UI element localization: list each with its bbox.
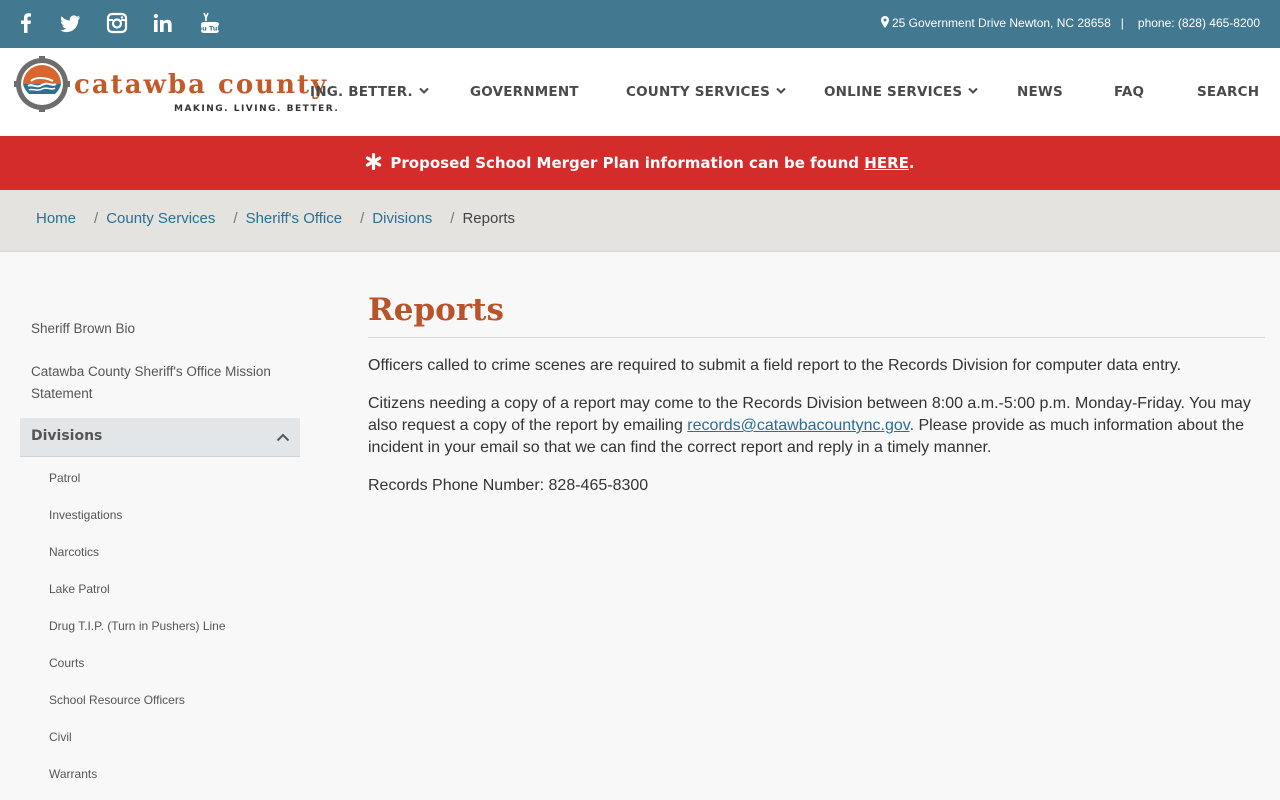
chevron-up-icon[interactable] xyxy=(276,432,290,442)
sidebar-subitem-school-resource-officers[interactable]: School Resource Officers xyxy=(49,693,185,707)
sidebar-item-divisions[interactable]: Divisions xyxy=(20,418,300,457)
sidebar-subitem-warrants[interactable]: Warrants xyxy=(49,767,97,781)
nav-online-services[interactable]: ONLINE SERVICES xyxy=(824,84,979,100)
youtube-icon[interactable]: You Tube xyxy=(193,12,227,34)
breadcrumb-separator: / xyxy=(94,210,99,227)
chevron-down-icon xyxy=(776,87,786,94)
sidebar-item-mission-statement[interactable]: Catawba County Sheriff's Office Mission … xyxy=(31,361,291,405)
nav-faq[interactable]: FAQ xyxy=(1114,84,1144,100)
site-logo[interactable]: catawba county MAKING. LIVING. BETTER. xyxy=(14,56,338,116)
county-seal-icon xyxy=(14,56,70,112)
nav-search[interactable]: SEARCH xyxy=(1197,84,1259,100)
paragraph-field-report: Officers called to crime scenes are requ… xyxy=(368,357,1182,374)
nav-county-services[interactable]: COUNTY SERVICES xyxy=(626,84,786,100)
alert-banner: Proposed School Merger Plan information … xyxy=(0,136,1280,190)
contact-info: 25 Government Drive Newton, NC 28658 | pho… xyxy=(880,16,1260,30)
svg-text:You Tube: You Tube xyxy=(199,25,221,33)
twitter-icon[interactable] xyxy=(59,12,81,34)
sidebar-subitem-civil[interactable]: Civil xyxy=(49,730,72,744)
sidebar-subitem-drug-tip[interactable]: Drug T.I.P. (Turn in Pushers) Line xyxy=(49,619,226,633)
facebook-icon[interactable] xyxy=(15,12,37,34)
phone-text[interactable]: phone: (828) 465-8200 xyxy=(1138,16,1260,30)
breadcrumb-separator: / xyxy=(233,210,238,227)
breadcrumb-separator: / xyxy=(450,210,455,227)
breadcrumb-county-services[interactable]: County Services xyxy=(106,210,215,227)
top-bar: You Tube 25 Government Drive Newton, NC … xyxy=(0,0,1280,48)
sidebar-item-sheriff-bio[interactable]: Sheriff Brown Bio xyxy=(31,318,291,340)
contact-separator: | xyxy=(1120,16,1124,30)
chevron-down-icon xyxy=(419,87,429,94)
sidebar-subitem-patrol[interactable]: Patrol xyxy=(49,471,80,485)
breadcrumb: Home / County Services / Sheriff's Office / Di… xyxy=(0,190,1280,252)
nav-news[interactable]: NEWS xyxy=(1017,84,1063,100)
logo-tagline: MAKING. LIVING. BETTER. xyxy=(174,104,340,114)
title-divider xyxy=(368,337,1265,338)
page-title: Reports xyxy=(368,292,504,328)
alert-here-link[interactable]: HERE xyxy=(864,154,909,172)
address-text: 25 Government Drive Newton, NC 28658 xyxy=(891,16,1111,30)
nav-making-living-better[interactable]: ING. BETTER. xyxy=(310,84,429,100)
breadcrumb-separator: / xyxy=(360,210,365,227)
records-email-link[interactable]: records@catawbacountync.gov xyxy=(687,417,909,434)
site-header: catawba county MAKING. LIVING. BETTER. I… xyxy=(0,48,1280,136)
breadcrumb-divisions[interactable]: Divisions xyxy=(372,210,432,227)
nav-government[interactable]: GOVERNMENT xyxy=(470,84,579,100)
sidebar-subitem-lake-patrol[interactable]: Lake Patrol xyxy=(49,582,110,596)
sidebar-subitem-narcotics[interactable]: Narcotics xyxy=(49,545,99,559)
breadcrumb-current: Reports xyxy=(462,210,515,227)
sidebar-subitem-courts[interactable]: Courts xyxy=(49,656,84,670)
paragraph-copy-request: Citizens needing a copy of a report may … xyxy=(368,395,1251,456)
alert-message: Proposed School Merger Plan information … xyxy=(0,153,1280,172)
instagram-icon[interactable] xyxy=(106,12,128,34)
chevron-down-icon xyxy=(968,87,979,94)
sidebar-subitem-investigations[interactable]: Investigations xyxy=(49,508,122,522)
linkedin-icon[interactable] xyxy=(152,12,174,34)
breadcrumb-home[interactable]: Home xyxy=(36,210,76,227)
asterisk-icon xyxy=(366,153,382,170)
paragraph-records-phone: Records Phone Number: 828-465-8300 xyxy=(368,477,649,494)
breadcrumb-sheriffs-office[interactable]: Sheriff's Office xyxy=(246,210,343,227)
logo-wordmark: catawba county xyxy=(74,70,329,100)
map-pin-icon xyxy=(880,16,889,28)
